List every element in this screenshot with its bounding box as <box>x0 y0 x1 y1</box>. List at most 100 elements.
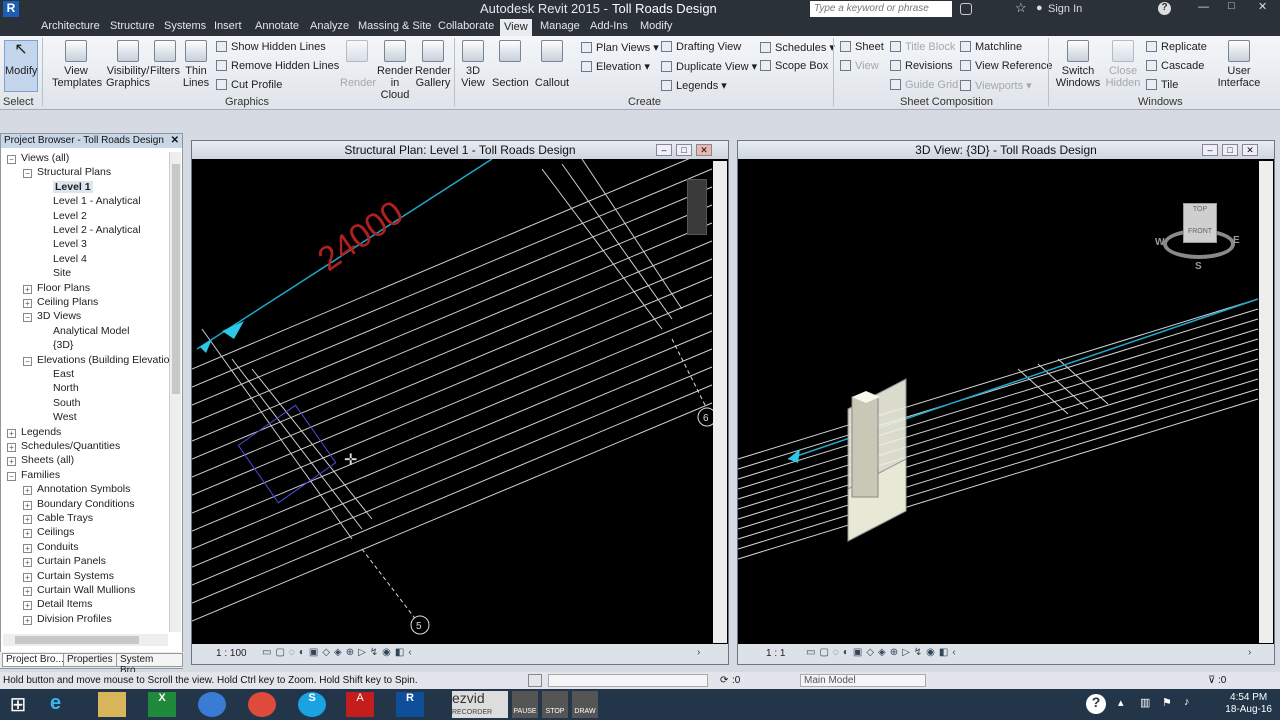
chrome-icon[interactable] <box>248 692 276 717</box>
modify-button[interactable]: ↖ Modify <box>4 40 38 92</box>
flag-icon[interactable]: ⚑ <box>1162 696 1172 709</box>
browser-item[interactable]: Division Profiles <box>37 613 112 625</box>
revit-taskbar-icon[interactable]: R <box>396 692 424 717</box>
tree-expander-icon[interactable]: + <box>23 486 32 496</box>
binoculars-icon[interactable] <box>960 3 972 15</box>
autocad-icon[interactable]: A <box>346 692 374 717</box>
close-button[interactable]: ✕ <box>1258 0 1267 13</box>
browser-item[interactable]: Level 2 <box>53 210 87 222</box>
sheet-button[interactable]: Sheet <box>840 41 884 53</box>
tab-insert[interactable]: Insert <box>214 20 242 32</box>
user-interface-button[interactable]: User Interface <box>1216 40 1262 89</box>
tree-expander-icon[interactable]: + <box>23 587 32 596</box>
visibility-graphics-button[interactable]: Visibility/Graphics <box>105 40 151 89</box>
tree-expander-icon[interactable]: + <box>23 615 32 625</box>
callout-button[interactable]: Callout <box>533 40 571 89</box>
help-icon[interactable]: ? <box>1158 2 1171 15</box>
view1-close-button[interactable]: ✕ <box>696 144 712 156</box>
internet-explorer-icon[interactable]: e <box>50 692 78 717</box>
view1-scale[interactable]: 1 : 100 <box>216 648 247 659</box>
revit-logo-icon[interactable]: R <box>3 1 19 17</box>
3d-section-arrow-icon[interactable] <box>788 449 800 463</box>
browser-item[interactable]: Annotation Symbols <box>37 483 130 495</box>
maximize-button[interactable]: □ <box>1228 0 1235 12</box>
tree-expander-icon[interactable]: − <box>23 356 32 366</box>
system-clock[interactable]: 4:54 PM 18-Aug-16 <box>1225 692 1272 716</box>
browser-item[interactable]: Elevations (Building Elevation <box>37 354 175 366</box>
tree-expander-icon[interactable]: + <box>7 428 16 438</box>
tab-project-browser[interactable]: Project Bro... <box>2 653 68 667</box>
grid-line-5[interactable] <box>361 548 418 622</box>
tab-structure[interactable]: Structure <box>110 20 155 32</box>
viewcube-front-label[interactable]: FRONT <box>1188 228 1212 235</box>
browser-item[interactable]: Sheets (all) <box>21 454 74 466</box>
browser-item[interactable]: Views (all) <box>21 152 69 164</box>
tree-expander-icon[interactable]: + <box>23 515 32 524</box>
browser-item[interactable]: Curtain Systems <box>37 570 114 582</box>
tab-view[interactable]: View <box>500 19 532 36</box>
render-in-cloud-button[interactable]: Render in Cloud <box>375 40 415 101</box>
column[interactable] <box>851 396 879 498</box>
browser-item[interactable]: Structural Plans <box>37 166 111 178</box>
view2-maximize-button[interactable]: □ <box>1222 144 1238 156</box>
browser-item[interactable]: West <box>53 411 77 423</box>
view2-vscrollbar[interactable] <box>1259 161 1273 643</box>
volume-icon[interactable]: ♪ <box>1184 696 1190 708</box>
browser-item[interactable]: Level 1 - Analytical <box>53 195 141 207</box>
tree-expander-icon[interactable]: + <box>23 601 32 611</box>
view1-maximize-button[interactable]: □ <box>676 144 692 156</box>
tree-expander-icon[interactable]: + <box>23 543 32 553</box>
tree-expander-icon[interactable]: + <box>23 529 32 539</box>
browser-item[interactable]: Level 1 <box>53 180 93 193</box>
browser-item[interactable]: Conduits <box>37 541 78 553</box>
workset-dropdown[interactable] <box>548 674 708 687</box>
tab-properties[interactable]: Properties <box>63 653 117 667</box>
browser-item[interactable]: Ceiling Plans <box>37 296 98 308</box>
render-gallery-button[interactable]: Render Gallery <box>414 40 452 89</box>
design-option-dropdown[interactable]: Main Model <box>800 674 926 687</box>
tab-manage[interactable]: Manage <box>540 20 580 32</box>
duplicate-view-button[interactable]: Duplicate View ▾ <box>661 60 757 73</box>
replicate-button[interactable]: Replicate <box>1146 41 1207 53</box>
tree-expander-icon[interactable]: + <box>7 457 16 467</box>
tree-expander-icon[interactable]: − <box>23 169 32 179</box>
browser-item[interactable]: {3D} <box>53 339 73 351</box>
view1-scroll-right-icon[interactable]: › <box>697 647 700 658</box>
viewcube-top-label[interactable]: TOP <box>1193 206 1207 213</box>
remove-hidden-lines-button[interactable]: Remove Hidden Lines <box>216 60 339 72</box>
browser-item[interactable]: Detail Items <box>37 598 92 610</box>
pb-scrollbar[interactable] <box>169 152 181 632</box>
section-arrow-icon[interactable] <box>222 321 244 339</box>
tree-expander-icon[interactable]: − <box>23 313 32 323</box>
browser-item[interactable]: South <box>53 397 80 409</box>
viewcube[interactable]: TOP FRONT W E S <box>1153 199 1245 272</box>
plan-views-button[interactable]: Plan Views ▾ <box>581 41 659 54</box>
chrome-alt-icon[interactable] <box>198 692 226 717</box>
browser-item[interactable]: Analytical Model <box>53 325 129 337</box>
scope-box-button[interactable]: Scope Box <box>760 60 828 72</box>
3d-view-button[interactable]: 3D View <box>458 40 488 89</box>
browser-item[interactable]: Cable Trays <box>37 512 93 524</box>
tree-expander-icon[interactable]: − <box>7 471 16 481</box>
tab-massing-site[interactable]: Massing & Site <box>358 20 431 32</box>
browser-item[interactable]: 3D Views <box>37 310 81 322</box>
tree-expander-icon[interactable]: + <box>7 443 16 452</box>
show-hidden-lines-button[interactable]: Show Hidden Lines <box>216 41 326 53</box>
navigation-bar[interactable] <box>687 179 707 235</box>
plan-canvas[interactable]: 5 6 24000 ✛ <box>192 159 730 644</box>
select-dropdown[interactable]: Select <box>3 96 34 108</box>
browser-item[interactable]: Curtain Wall Mullions <box>37 584 135 596</box>
view2-close-button[interactable]: ✕ <box>1242 144 1258 156</box>
cascade-button[interactable]: Cascade <box>1146 60 1204 72</box>
filters-button[interactable]: Filters <box>150 40 180 77</box>
browser-item[interactable]: Floor Plans <box>37 282 90 294</box>
view-templates-button[interactable]: View Templates <box>52 40 102 89</box>
pb-scroll-thumb[interactable] <box>172 164 180 394</box>
view-button[interactable]: View <box>840 60 879 72</box>
tab-systems[interactable]: Systems <box>164 20 206 32</box>
tab-system-browser[interactable]: System Bro... <box>116 653 183 676</box>
tab-collaborate[interactable]: Collaborate <box>438 20 494 32</box>
viewcube-box[interactable]: TOP FRONT <box>1183 203 1217 243</box>
render-button[interactable]: Render <box>340 40 376 89</box>
worksets-icon[interactable] <box>528 674 542 687</box>
